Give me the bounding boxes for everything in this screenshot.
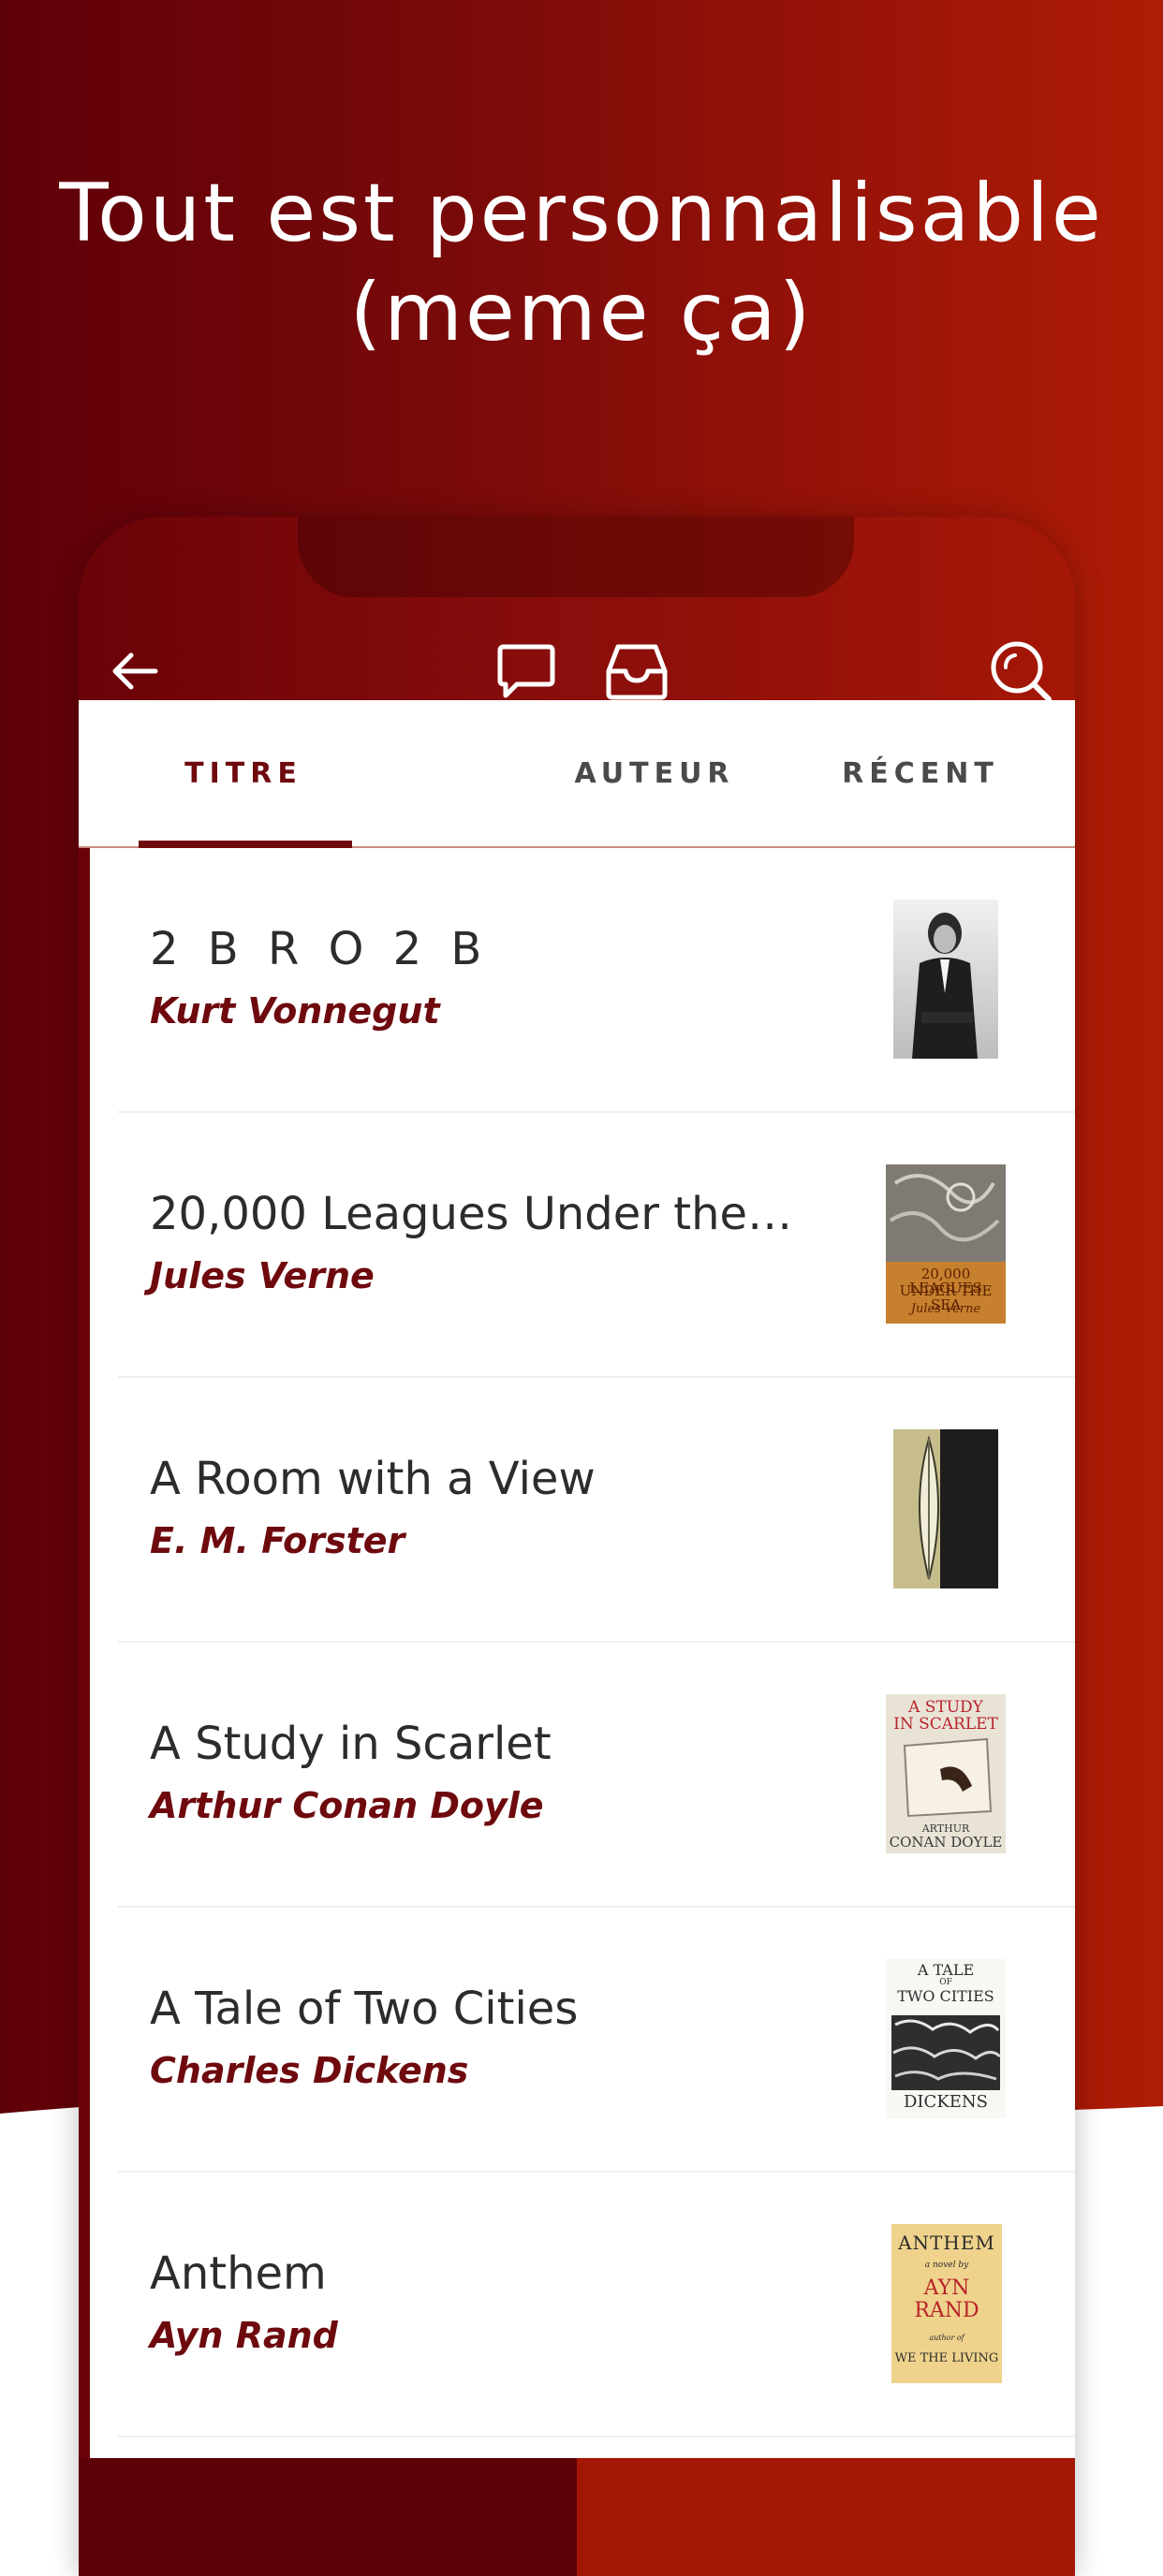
list-item[interactable]: A Room with a View E. M. Forster — [90, 1378, 1075, 1643]
book-author: Jules Verne — [150, 1255, 375, 1296]
active-tab-indicator — [139, 841, 352, 848]
book-title: Anthem — [150, 2247, 327, 2300]
cover-text: ANTHEM — [898, 2232, 995, 2254]
book-author: Arthur Conan Doyle — [150, 1785, 544, 1826]
list-item[interactable]: 2 B R O 2 B Kurt Vonnegut — [90, 848, 1075, 1113]
room-view-cover-art — [893, 1429, 998, 1588]
list-item[interactable]: A Tale of Two Cities Charles Dickens A T… — [90, 1908, 1075, 2173]
book-title: A Tale of Two Cities — [150, 1983, 579, 2035]
book-title: A Study in Scarlet — [150, 1718, 552, 1770]
phone-notch — [298, 517, 854, 597]
headline-line-1: Tout est personnalisable — [59, 167, 1104, 260]
list-item[interactable]: A Study in Scarlet Arthur Conan Doyle A … — [90, 1643, 1075, 1908]
book-title: A Room with a View — [150, 1453, 596, 1505]
book-cover: 20,000 LEAGUES UNDER THE SEA Jules Verne — [886, 1164, 1006, 1324]
headline-line-2: (meme ça) — [349, 266, 814, 359]
cover-text: TWO CITIES — [897, 1987, 994, 2005]
tab-recent[interactable]: RÉCENT — [747, 700, 1075, 846]
cover-text: IN SCARLET — [893, 1715, 998, 1734]
cover-text: AYN — [923, 2276, 970, 2300]
cover-text: CONAN DOYLE — [889, 1834, 1003, 1851]
book-author: E. M. Forster — [150, 1520, 405, 1561]
book-author: Ayn Rand — [150, 2315, 338, 2356]
cover-text: ARTHUR — [921, 1822, 970, 1835]
search-icon — [991, 641, 1052, 702]
phone-frame: TITRE AUTEUR RÉCENT 2 B R O 2 B Kurt Von… — [79, 517, 1075, 2576]
author-photo-image — [893, 900, 998, 1059]
list-item[interactable]: 20,000 Leagues Under the… Jules Verne 20… — [90, 1113, 1075, 1378]
cover-text: DICKENS — [904, 2092, 988, 2112]
cover-text: A TALE — [917, 1961, 975, 1979]
sort-tabs: TITRE AUTEUR RÉCENT — [79, 700, 1075, 848]
arrow-left-icon — [112, 652, 158, 690]
book-cover — [893, 1429, 998, 1588]
tab-titre[interactable]: TITRE — [137, 700, 350, 846]
page-headline: Tout est personnalisable (meme ça) — [0, 164, 1163, 362]
book-cover: A TALE OF TWO CITIES DICKENS — [886, 1959, 1006, 2118]
inbox-tray-icon — [606, 644, 668, 700]
book-title: 20,000 Leagues Under the… — [150, 1188, 793, 1240]
cover-text: OF — [939, 1978, 952, 1987]
list-item[interactable]: Anthem Ayn Rand ANTHEM a novel by AYN RA… — [90, 2173, 1075, 2437]
chat-bubble-icon — [497, 644, 555, 698]
cover-text: Jules Verne — [910, 1302, 981, 1316]
book-cover — [893, 900, 998, 1059]
bottom-action-bar — [79, 2458, 1075, 2576]
cover-text: author of — [929, 2334, 964, 2342]
book-list: 2 B R O 2 B Kurt Vonnegut 20,000 Leagues… — [90, 848, 1075, 2458]
cover-text: RAND — [914, 2299, 979, 2322]
cover-text: WE THE LIVING — [894, 2351, 999, 2365]
book-author: Kurt Vonnegut — [150, 990, 440, 1032]
book-author: Charles Dickens — [150, 2050, 469, 2091]
cover-text: A STUDY — [908, 1698, 983, 1717]
book-cover: A STUDY IN SCARLET ARTHUR CONAN DOYLE — [886, 1694, 1006, 1853]
book-cover: ANTHEM a novel by AYN RAND author of WE … — [891, 2224, 1002, 2383]
book-title: 2 B R O 2 B — [150, 923, 490, 975]
row-divider — [118, 2436, 1075, 2437]
cover-text: a novel by — [924, 2261, 969, 2270]
